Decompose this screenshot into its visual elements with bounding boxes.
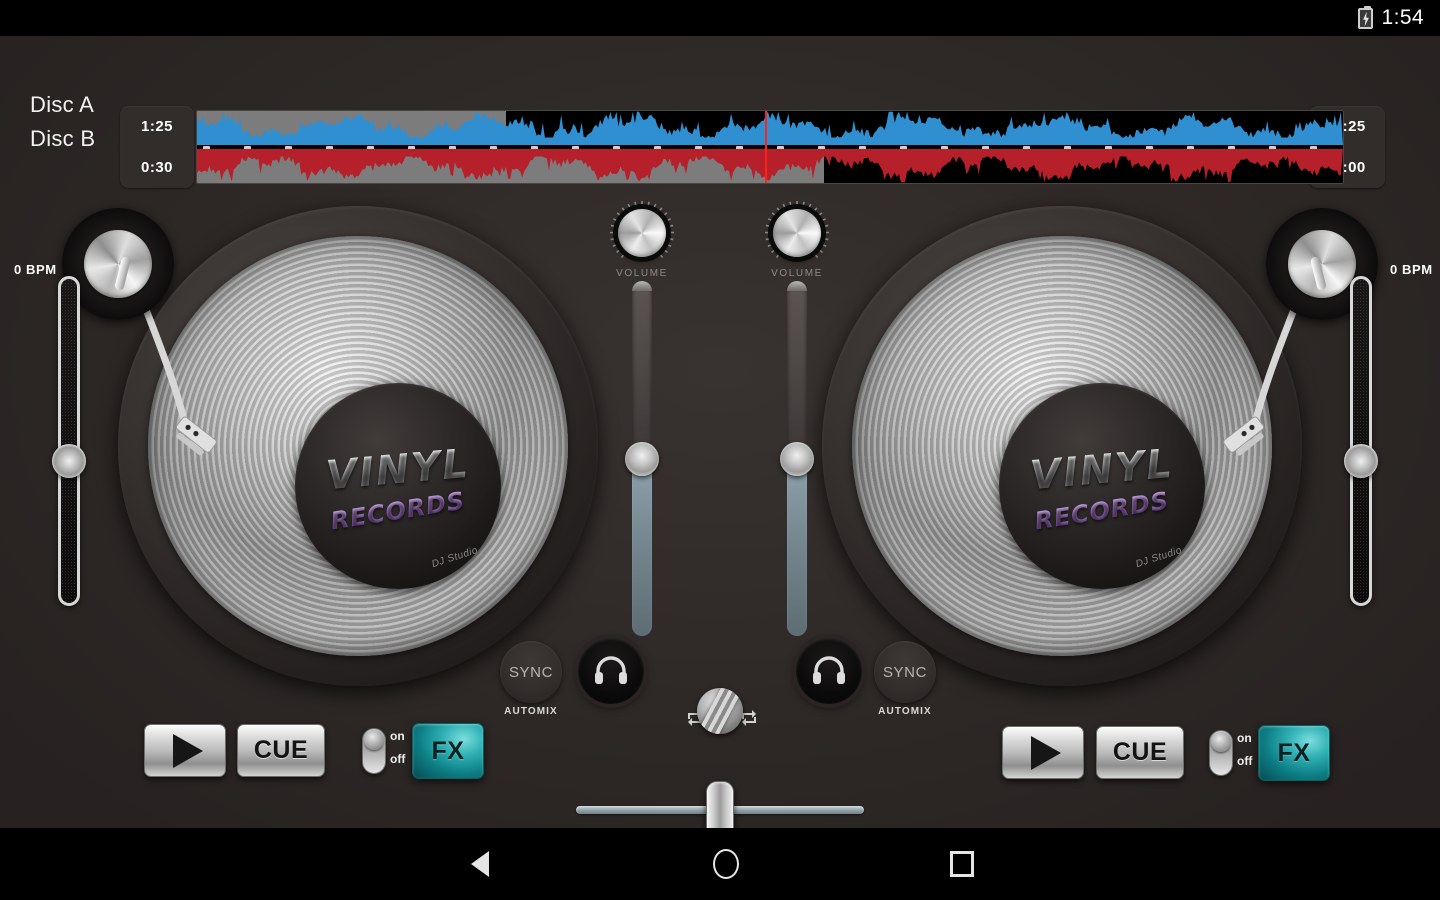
volume-fader-left[interactable] [625, 281, 659, 636]
play-icon [172, 733, 203, 768]
fx-toggle-right[interactable] [1209, 730, 1233, 776]
sync-button-right[interactable]: SYNC [874, 641, 936, 703]
volume-fader-knob-left[interactable] [625, 441, 659, 476]
nav-home-button[interactable] [666, 828, 786, 900]
status-bar: 1:54 [0, 0, 1440, 36]
pitch-fader-right[interactable] [1344, 276, 1378, 606]
pitch-fader-left[interactable] [52, 276, 86, 606]
turntable-platter-right[interactable]: VINYL RECORDS DJ Studio [852, 236, 1272, 656]
fx-toggle-off-label-left: off [390, 752, 406, 766]
waveform-track-a[interactable] [197, 111, 1343, 145]
fx-toggle-on-label-left: on [390, 729, 405, 743]
pitch-fader-knob-left[interactable] [52, 444, 86, 478]
volume-knob-label-left: VOLUME [616, 268, 668, 279]
playhead-indicator [765, 111, 768, 183]
headphones-icon [813, 656, 845, 684]
waveform-a-svg [197, 111, 1343, 145]
elapsed-time-box: 1:25 0:30 [120, 106, 194, 188]
crossfader[interactable] [576, 781, 864, 839]
automix-label-left: AUTOMIX [504, 706, 558, 717]
vinyl-label-signature-left: DJ Studio [430, 544, 480, 571]
volume-knob-label-right: VOLUME [771, 268, 823, 279]
back-icon [471, 851, 489, 877]
bpm-display-left: 0 BPM [14, 262, 57, 277]
deck-right: VINYL RECORDS DJ Studio [812, 196, 1332, 696]
fx-button-left[interactable]: FX [412, 723, 484, 779]
android-nav-bar [0, 828, 1440, 900]
deck-label-b: Disc B [30, 126, 96, 151]
fx-toggle-off-label-right: off [1237, 754, 1253, 768]
volume-fader-knob-right[interactable] [780, 441, 814, 476]
deck-left: VINYL RECORDS DJ Studio [108, 196, 628, 696]
fx-toggle-left[interactable] [362, 728, 386, 774]
sync-button-left[interactable]: SYNC [500, 641, 562, 703]
headphones-icon [595, 656, 627, 684]
rotary-switch[interactable] [697, 688, 743, 734]
status-bar-clock: 1:54 [1381, 6, 1424, 29]
volume-knob-left[interactable]: VOLUME [609, 201, 675, 279]
cue-button-right[interactable]: CUE [1096, 726, 1184, 779]
play-button-left[interactable] [144, 724, 226, 777]
vinyl-label-signature-right: DJ Studio [1134, 544, 1184, 571]
deck-labels: Disc A Disc B [30, 88, 116, 156]
battery-charging-icon [1357, 5, 1373, 29]
cue-headphones-button-left[interactable] [578, 638, 644, 704]
dj-mixer-panel: Disc A Disc B 1:25 0:30 -3:25 -5:00 VINY… [0, 36, 1440, 839]
volume-fader-right[interactable] [780, 281, 814, 636]
automix-label-right: AUTOMIX [878, 706, 932, 717]
pitch-fader-knob-right[interactable] [1344, 444, 1378, 478]
dj-app-screen: 1:54 Disc A Disc B 1:25 0:30 -3:25 -5:00 [0, 0, 1440, 900]
play-button-right[interactable] [1002, 726, 1084, 779]
cue-headphones-button-right[interactable] [796, 638, 862, 704]
elapsed-time-b: 0:30 [140, 159, 174, 176]
elapsed-time-a: 1:25 [140, 118, 174, 135]
nav-recents-button[interactable] [902, 828, 1022, 900]
fx-button-right[interactable]: FX [1258, 725, 1330, 781]
waveform-display[interactable] [196, 110, 1344, 184]
recents-icon [950, 851, 974, 877]
turntable-platter-left[interactable]: VINYL RECORDS DJ Studio [148, 236, 568, 656]
volume-knob-right[interactable]: VOLUME [764, 201, 830, 279]
fx-toggle-on-label-right: on [1237, 731, 1252, 745]
waveform-b-svg [197, 149, 1343, 183]
play-icon [1030, 735, 1061, 770]
waveform-track-b[interactable] [197, 149, 1343, 183]
status-bar-right: 1:54 [1357, 0, 1424, 36]
home-icon [713, 849, 739, 879]
nav-back-button[interactable] [420, 828, 540, 900]
vinyl-label-left: VINYL RECORDS DJ Studio [295, 383, 501, 589]
cue-button-left[interactable]: CUE [237, 724, 325, 777]
bpm-display-right: 0 BPM [1390, 262, 1433, 277]
vinyl-label-right: VINYL RECORDS DJ Studio [999, 383, 1205, 589]
deck-label-a: Disc A [30, 92, 95, 117]
